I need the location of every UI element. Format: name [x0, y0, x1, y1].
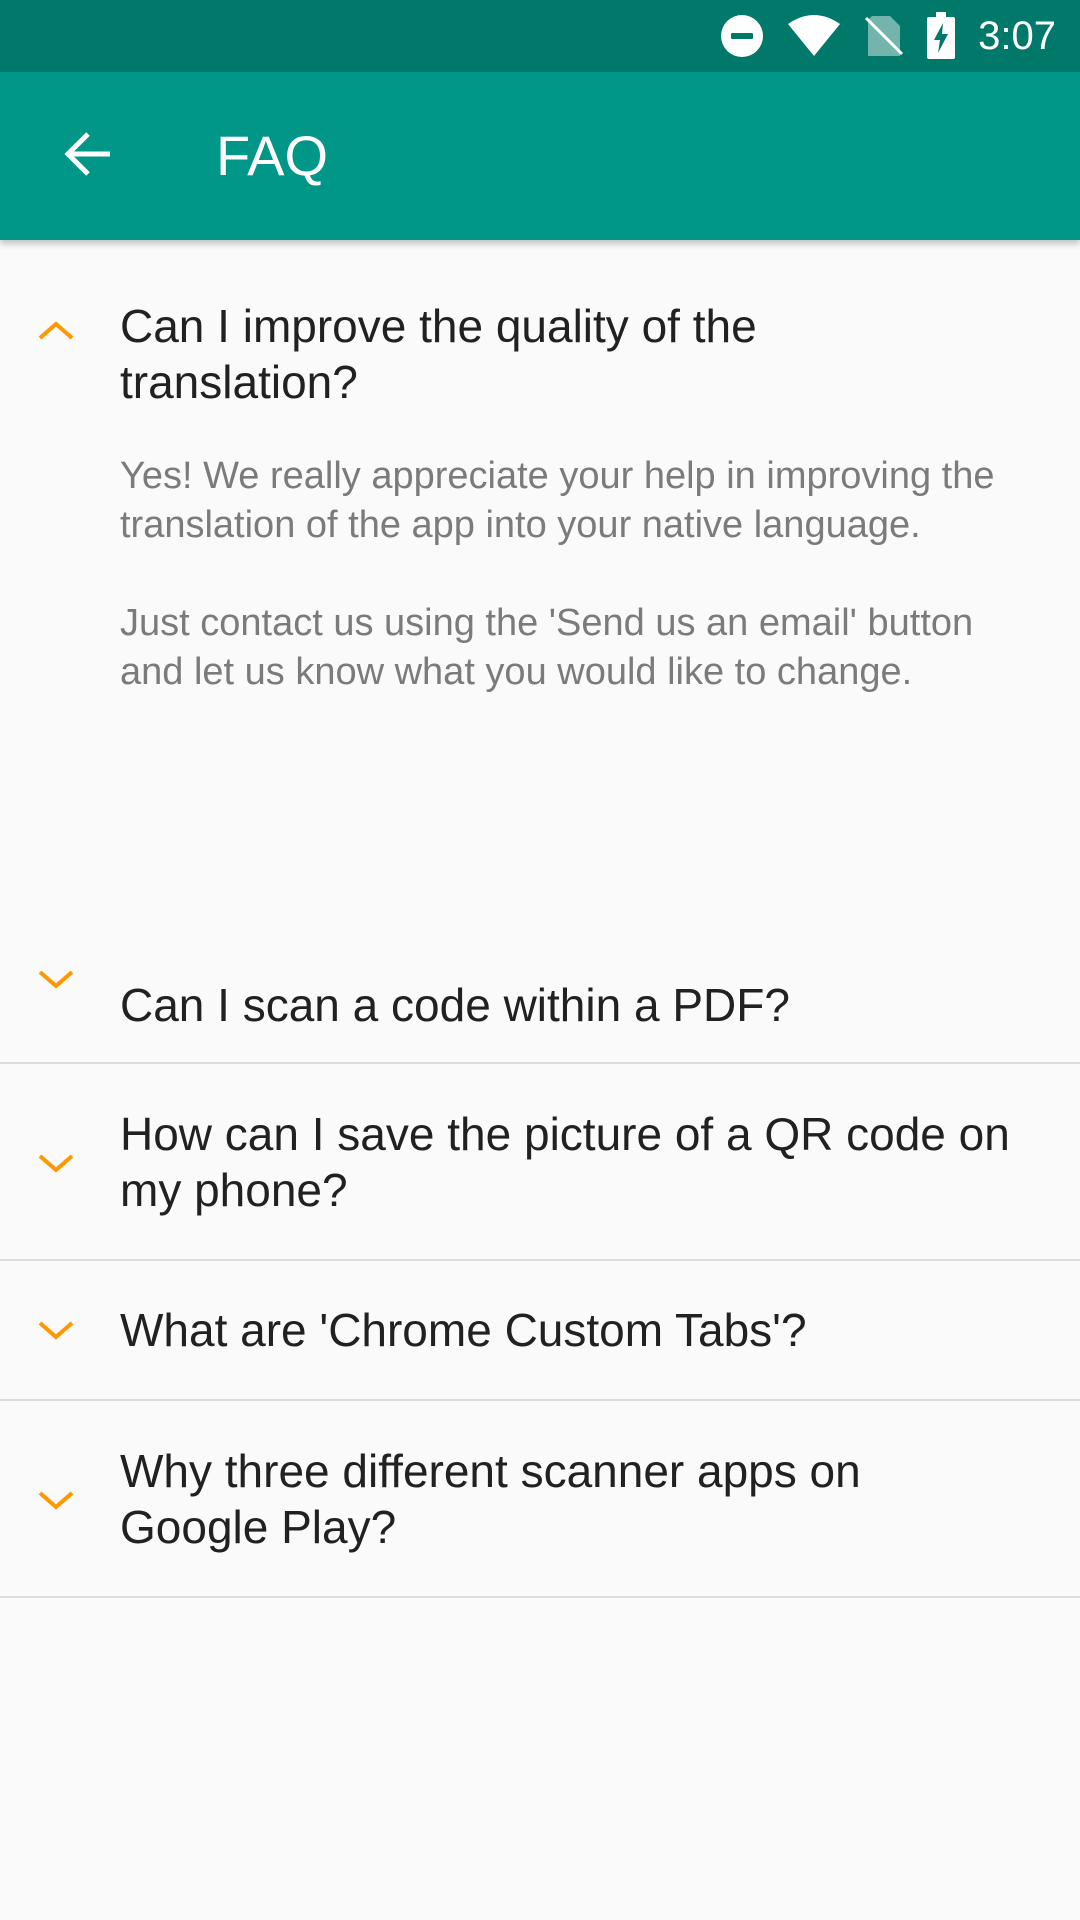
faq-question-header[interactable]: What are 'Chrome Custom Tabs'? [0, 1261, 1080, 1399]
arrow-back-icon [62, 128, 114, 185]
chevron-down-icon [36, 960, 76, 1000]
status-bar: 3:07 [0, 0, 1080, 72]
status-time: 3:07 [978, 13, 1056, 58]
page-title: FAQ [216, 124, 329, 187]
faq-item[interactable]: Why three different scanner apps on Goog… [0, 1401, 1080, 1598]
chevron-up-icon [36, 310, 76, 350]
faq-item[interactable]: How can I save the picture of a QR code … [0, 1064, 1080, 1261]
status-icons: 3:07 [720, 0, 1056, 72]
faq-question: How can I save the picture of a QR code … [120, 1107, 1010, 1216]
faq-question-header[interactable]: Why three different scanner apps on Goog… [0, 1401, 1080, 1596]
faq-answer-paragraph: Just contact us using the 'Send us an em… [120, 602, 974, 693]
faq-question-header[interactable]: Can I improve the quality of the transla… [0, 240, 1080, 428]
faq-answer: Yes! We really appreciate your help in i… [120, 452, 1020, 697]
battery-charging-icon [926, 12, 956, 60]
faq-question-header[interactable]: Can I scan a code within a PDF? [0, 832, 1080, 1064]
wifi-icon [786, 14, 842, 58]
chevron-down-icon [36, 1311, 76, 1351]
faq-question: Can I improve the quality of the transla… [120, 300, 757, 408]
no-sim-icon [864, 14, 904, 58]
faq-question: Why three different scanner apps on Goog… [120, 1444, 861, 1553]
chevron-down-icon [36, 1144, 76, 1184]
faq-question: Can I scan a code within a PDF? [120, 979, 790, 1031]
faq-item[interactable]: Can I scan a code within a PDF? [0, 832, 1080, 1064]
chevron-down-icon [36, 1481, 76, 1521]
faq-list: Can I improve the quality of the transla… [0, 240, 1080, 1598]
back-button[interactable] [40, 108, 136, 204]
do-not-disturb-icon [720, 14, 764, 58]
app-bar: FAQ [0, 72, 1080, 240]
faq-item[interactable]: What are 'Chrome Custom Tabs'? [0, 1261, 1080, 1401]
faq-question: What are 'Chrome Custom Tabs'? [120, 1304, 807, 1356]
faq-question-header[interactable]: How can I save the picture of a QR code … [0, 1064, 1080, 1259]
faq-answer-paragraph: Yes! We really appreciate your help in i… [120, 455, 995, 546]
